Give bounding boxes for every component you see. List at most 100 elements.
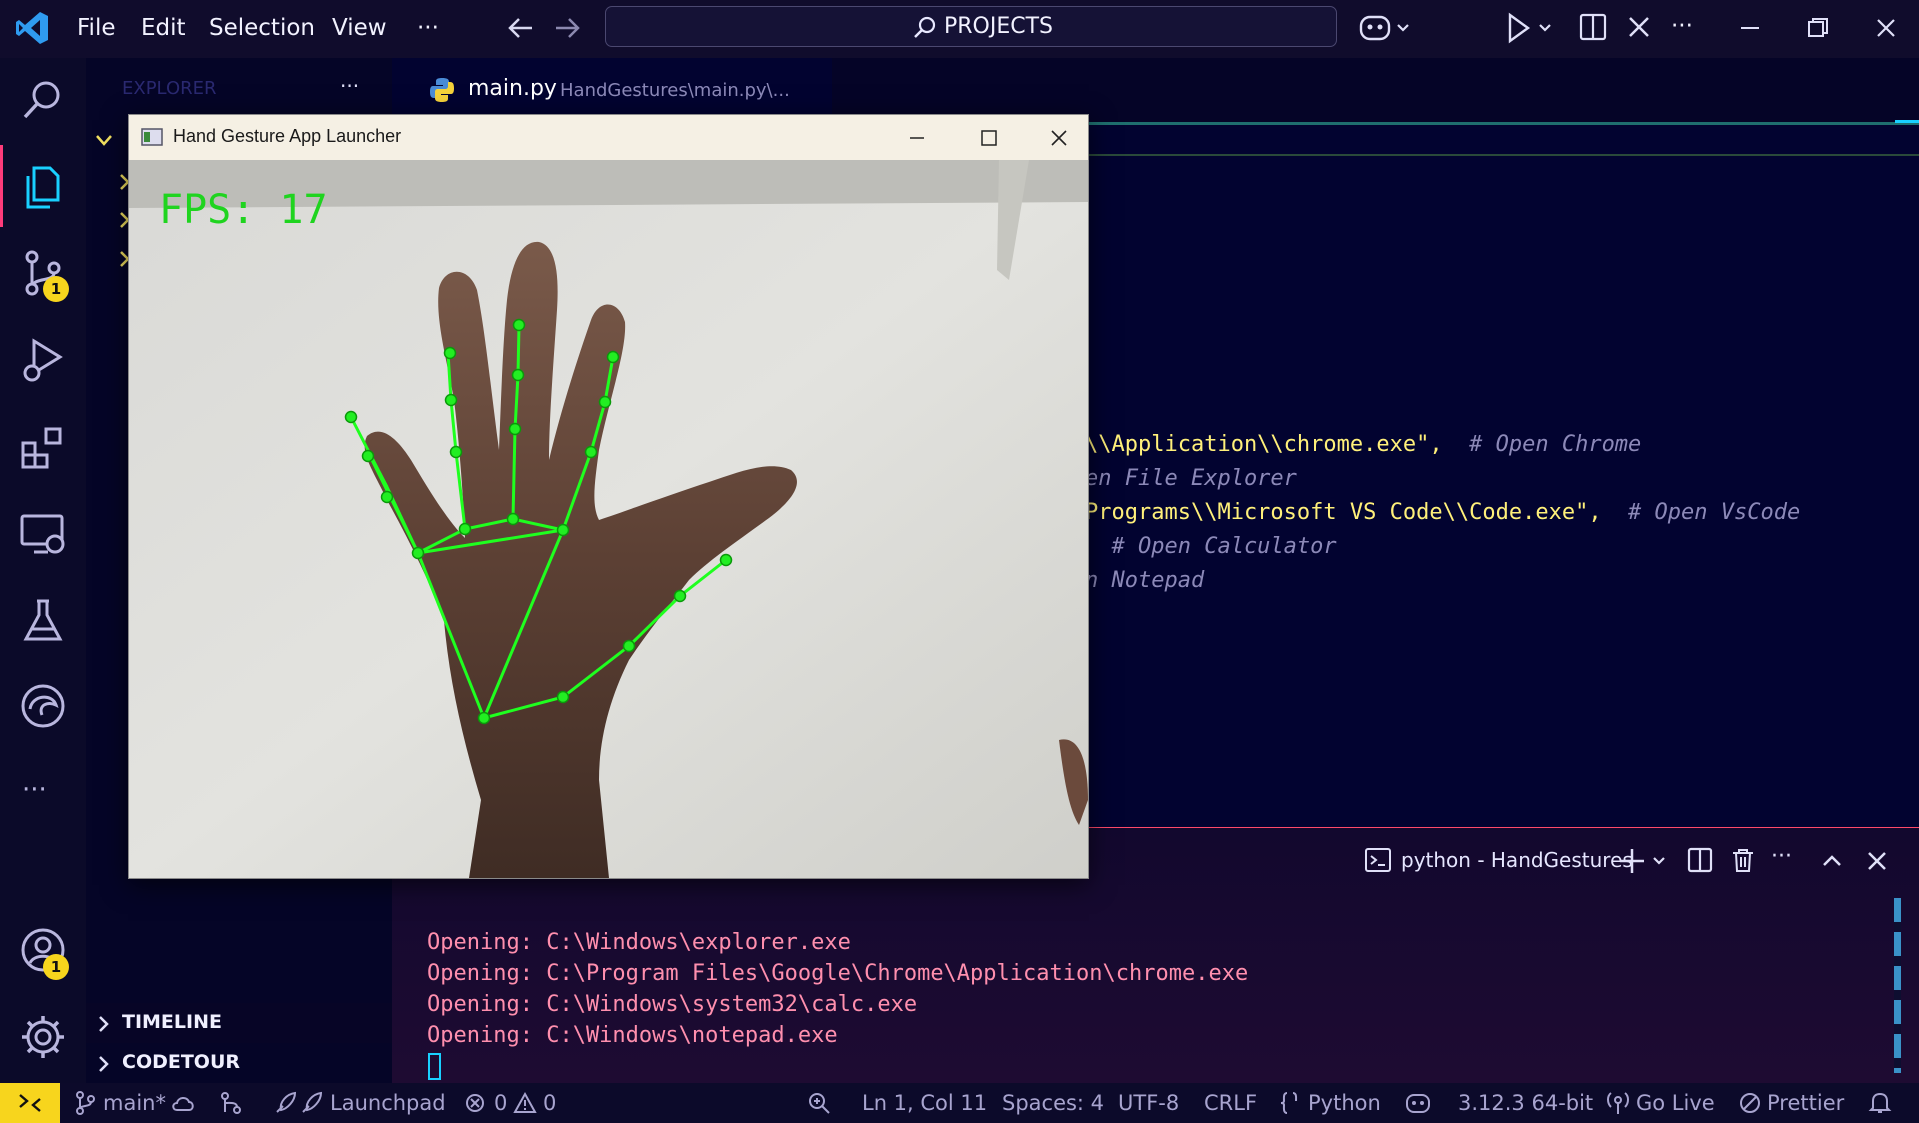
forward-arrow-icon[interactable] bbox=[552, 14, 582, 42]
error-icon[interactable] bbox=[464, 1092, 486, 1114]
terminal-title: python - HandGestures bbox=[1401, 848, 1633, 872]
copilot-icon[interactable] bbox=[1358, 10, 1412, 46]
terminal-line: Opening: C:\Windows\notepad.exe bbox=[427, 1023, 838, 1048]
new-terminal-icon[interactable] bbox=[1618, 846, 1670, 876]
sync-cloud-icon[interactable] bbox=[170, 1092, 196, 1114]
window-close-icon[interactable] bbox=[1872, 14, 1900, 42]
cursor-position[interactable]: Ln 1, Col 11 bbox=[862, 1088, 987, 1118]
timeline-label: TIMELINE bbox=[122, 1011, 222, 1033]
menu-file[interactable]: File bbox=[77, 10, 116, 46]
terminal-line: Opening: C:\Windows\system32\calc.exe bbox=[427, 992, 918, 1017]
app-window-title: Hand Gesture App Launcher bbox=[173, 126, 402, 146]
scroll-indicator bbox=[1895, 120, 1919, 123]
command-center-label: PROJECTS bbox=[944, 14, 1054, 39]
fps-readout: FPS: 17 bbox=[159, 187, 328, 233]
active-indicator bbox=[0, 145, 3, 227]
more-views-icon[interactable]: ··· bbox=[22, 775, 47, 805]
warning-icon[interactable] bbox=[513, 1091, 537, 1115]
menu-more[interactable]: ··· bbox=[417, 10, 439, 46]
close-panel-icon[interactable] bbox=[1864, 848, 1890, 874]
braces-icon bbox=[1280, 1092, 1298, 1114]
code-line-vscode: Programs\\Microsoft VS Code\\Code.exe", … bbox=[1085, 500, 1801, 525]
panel-more-icon[interactable]: ··· bbox=[1771, 844, 1792, 869]
terminal-cursor[interactable] bbox=[428, 1053, 441, 1080]
title-more-icon[interactable]: ··· bbox=[1671, 8, 1693, 44]
gear-icon[interactable] bbox=[18, 1012, 68, 1062]
tab-main-py[interactable]: main.py HandGestures\main.py\... bbox=[392, 58, 832, 122]
terminal-line: Opening: C:\Windows\explorer.exe bbox=[427, 930, 851, 955]
app-close-icon[interactable] bbox=[1047, 126, 1071, 150]
chevron-down-icon[interactable] bbox=[94, 130, 114, 150]
language-mode[interactable]: Python bbox=[1308, 1088, 1381, 1118]
rocket-icon bbox=[276, 1091, 323, 1113]
menu-selection[interactable]: Selection bbox=[209, 10, 315, 46]
codetour-label: CODETOUR bbox=[122, 1051, 241, 1073]
close-all-icon[interactable] bbox=[1625, 13, 1653, 41]
tab-filename: main.py bbox=[468, 76, 557, 101]
indentation[interactable]: Spaces: 4 bbox=[1002, 1088, 1104, 1118]
hand-gesture-window[interactable]: Hand Gesture App Launcher FPS: 17 bbox=[128, 114, 1089, 879]
timeline-section[interactable]: TIMELINE bbox=[86, 1003, 392, 1043]
run-debug-icon[interactable] bbox=[18, 335, 68, 385]
split-terminal-icon[interactable] bbox=[1686, 846, 1714, 874]
vscode-logo-icon bbox=[16, 12, 48, 44]
menu-view[interactable]: View bbox=[332, 10, 387, 46]
branch-icon bbox=[76, 1091, 95, 1115]
branch-name[interactable]: main* bbox=[103, 1088, 166, 1118]
chevron-right-icon bbox=[99, 1016, 109, 1032]
menu-edit[interactable]: Edit bbox=[141, 10, 186, 46]
split-editor-icon[interactable] bbox=[1578, 12, 1608, 42]
warning-count[interactable]: 0 bbox=[543, 1088, 556, 1118]
sidebar-title: EXPLORER bbox=[122, 78, 217, 99]
remote-indicator[interactable] bbox=[0, 1083, 60, 1123]
chevron-right-icon bbox=[99, 1056, 109, 1072]
prettier-button[interactable]: Prettier bbox=[1767, 1088, 1844, 1118]
title-bar: File Edit Selection View ··· PROJECTS ··… bbox=[0, 0, 1919, 58]
edge-devtools-icon[interactable] bbox=[18, 681, 68, 731]
camera-feed: FPS: 17 bbox=[129, 160, 1088, 878]
bell-icon[interactable] bbox=[1868, 1090, 1892, 1116]
back-arrow-icon[interactable] bbox=[506, 14, 536, 42]
explorer-icon[interactable] bbox=[18, 162, 68, 212]
codetour-section[interactable]: CODETOUR bbox=[86, 1043, 392, 1083]
launchpad-label[interactable]: Launchpad bbox=[330, 1088, 446, 1118]
command-center[interactable]: PROJECTS bbox=[605, 6, 1337, 47]
tab-breadcrumb: HandGestures\main.py\... bbox=[560, 80, 790, 101]
copilot-status-icon[interactable] bbox=[1404, 1091, 1432, 1115]
code-line-notepad: n Notepad bbox=[1085, 568, 1205, 593]
app-title-bar[interactable]: Hand Gesture App Launcher bbox=[129, 115, 1088, 160]
broadcast-icon bbox=[1607, 1092, 1629, 1114]
python-file-icon bbox=[430, 78, 454, 102]
git-graph-icon[interactable] bbox=[218, 1090, 244, 1116]
terminal-scrollbar[interactable] bbox=[1894, 898, 1901, 1073]
encoding[interactable]: UTF-8 bbox=[1118, 1088, 1179, 1118]
terminal-line: Opening: C:\Program Files\Google\Chrome\… bbox=[427, 961, 1249, 986]
trash-icon[interactable] bbox=[1729, 846, 1757, 874]
accounts-badge: 1 bbox=[43, 954, 69, 980]
app-maximize-icon[interactable] bbox=[977, 127, 1001, 149]
maximize-panel-icon[interactable] bbox=[1819, 848, 1845, 874]
sidebar-more-icon[interactable]: ··· bbox=[340, 74, 359, 98]
code-line-calc: # Open Calculator bbox=[1085, 534, 1337, 559]
code-line-chrome: \\Application\\chrome.exe", # Open Chrom… bbox=[1085, 432, 1642, 457]
camera-frame: FPS: 17 bbox=[129, 160, 1088, 878]
source-control-badge: 1 bbox=[43, 276, 69, 302]
go-live-button[interactable]: Go Live bbox=[1636, 1088, 1715, 1118]
error-count[interactable]: 0 bbox=[494, 1088, 507, 1118]
testing-icon[interactable] bbox=[18, 595, 68, 645]
search-icon[interactable] bbox=[18, 75, 68, 125]
code-line-explorer: en File Explorer bbox=[1085, 466, 1297, 491]
extensions-icon[interactable] bbox=[18, 421, 68, 471]
line-ending[interactable]: CRLF bbox=[1204, 1088, 1257, 1118]
remote-icon bbox=[19, 1094, 41, 1112]
app-minimize-icon[interactable] bbox=[905, 127, 929, 149]
zoom-icon[interactable] bbox=[806, 1090, 832, 1116]
minimize-icon[interactable] bbox=[1736, 14, 1764, 42]
prettier-status-icon bbox=[1740, 1093, 1760, 1113]
remote-explorer-icon[interactable] bbox=[18, 508, 68, 558]
search-icon bbox=[914, 16, 936, 38]
terminal-icon bbox=[1365, 848, 1391, 872]
restore-icon[interactable] bbox=[1804, 14, 1832, 42]
python-interpreter[interactable]: 3.12.3 64-bit bbox=[1458, 1088, 1593, 1118]
run-icon[interactable] bbox=[1506, 12, 1556, 44]
